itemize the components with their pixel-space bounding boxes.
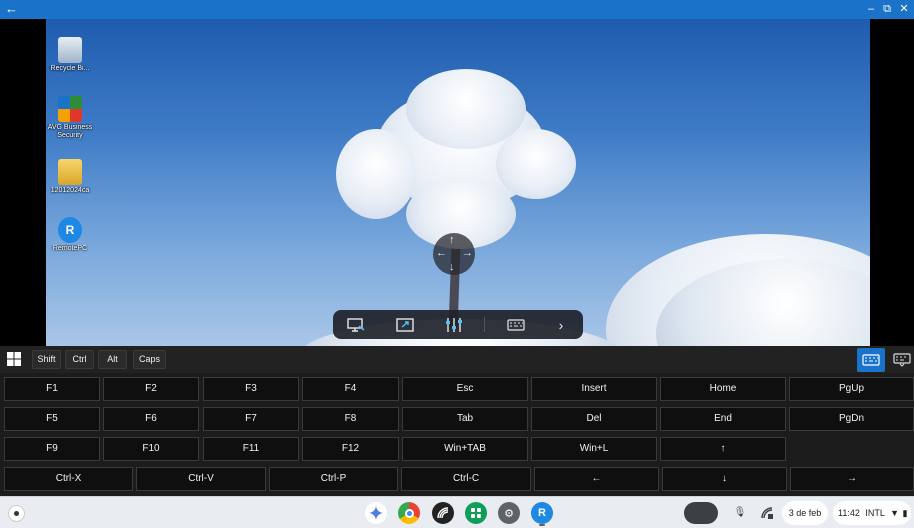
direction-pad[interactable]: ↑ ↓ ← → (433, 233, 475, 275)
arrow-down-icon: ↓ (449, 261, 455, 273)
key-home[interactable]: Home (660, 377, 786, 401)
shift-key[interactable]: Shift (32, 350, 61, 369)
avg-icon (58, 96, 82, 122)
key-ctrl-c[interactable]: Ctrl-C (401, 467, 531, 491)
input-method: INTL (865, 508, 885, 518)
battery-icon: ▮ (902, 508, 908, 518)
shelf: ⚙ R 🎙 3 de feb 11:42 INTL ▼ ▮ (0, 496, 914, 528)
title-bar: ← – ⧉ ✕ (0, 0, 914, 19)
desktop-icon-recycle-bin[interactable]: Recycle Bi... (47, 37, 93, 73)
remote-desktop-view[interactable]: Recycle Bi... AVG Business Security 1201… (0, 19, 914, 346)
gemini-icon[interactable] (365, 502, 387, 524)
ctrl-key[interactable]: Ctrl (65, 350, 94, 369)
keyboard-hide-icon[interactable] (888, 348, 914, 372)
key-ctrl-p[interactable]: Ctrl-P (269, 467, 398, 491)
key-f9[interactable]: F9 (4, 437, 100, 461)
restore-icon[interactable]: ⧉ (880, 2, 894, 16)
key-arrow-up[interactable]: ↑ (660, 437, 786, 461)
key-ctrl-v[interactable]: Ctrl-V (136, 467, 266, 491)
settings-sliders-icon[interactable] (444, 316, 464, 333)
key-f3[interactable]: F3 (203, 377, 299, 401)
remotepc-icon[interactable]: R (531, 502, 553, 524)
key-f4[interactable]: F4 (302, 377, 399, 401)
date-pill[interactable]: 3 de feb (782, 501, 828, 525)
key-arrow-down[interactable]: ↓ (662, 467, 787, 491)
key-f12[interactable]: F12 (302, 437, 399, 461)
key-f6[interactable]: F6 (103, 407, 199, 431)
session-toolbar: › (333, 310, 583, 339)
chrome-icon[interactable] (398, 502, 420, 524)
key-tab[interactable]: Tab (402, 407, 528, 431)
fullscreen-icon[interactable] (395, 316, 415, 333)
folder-icon (58, 159, 82, 185)
alt-key[interactable]: Alt (98, 350, 127, 369)
arrow-left-icon: ← (436, 247, 447, 259)
close-icon[interactable]: ✕ (897, 2, 911, 16)
key-end[interactable]: End (660, 407, 786, 431)
remote-icon[interactable] (760, 506, 774, 520)
key-arrow-left[interactable]: ← (534, 467, 659, 491)
key-win-tab[interactable]: Win+TAB (402, 437, 528, 461)
keyboard-panel: Shift Ctrl Alt Caps F1 F2 F3 F4 Esc Inse… (0, 346, 914, 496)
key-f10[interactable]: F10 (103, 437, 199, 461)
key-del[interactable]: Del (531, 407, 657, 431)
microphone-icon[interactable]: 🎙 (733, 506, 747, 520)
keyboard-icon[interactable] (506, 316, 526, 333)
minimize-icon[interactable]: – (864, 2, 878, 16)
chevron-right-icon[interactable]: › (551, 316, 571, 333)
back-arrow-icon[interactable]: ← (5, 1, 18, 17)
key-pgup[interactable]: PgUp (789, 377, 914, 401)
key-f1[interactable]: F1 (4, 377, 100, 401)
modifier-row: Shift Ctrl Alt Caps (0, 346, 914, 373)
remote-desktop-icon[interactable] (432, 502, 454, 524)
key-f7[interactable]: F7 (203, 407, 299, 431)
remotepc-icon: R (58, 217, 82, 243)
key-arrow-right[interactable]: → (790, 467, 914, 491)
caps-key[interactable]: Caps (133, 350, 166, 369)
key-esc[interactable]: Esc (402, 377, 528, 401)
wifi-icon: ▼ (890, 508, 899, 518)
desktop-icon-avg[interactable]: AVG Business Security (47, 96, 93, 140)
key-f11[interactable]: F11 (203, 437, 299, 461)
key-ctrl-x[interactable]: Ctrl-X (4, 467, 133, 491)
key-f2[interactable]: F2 (103, 377, 199, 401)
key-win-l[interactable]: Win+L (531, 437, 657, 461)
clock: 11:42 (838, 508, 860, 518)
key-insert[interactable]: Insert (531, 377, 657, 401)
tote-icon[interactable] (684, 502, 718, 524)
settings-icon[interactable]: ⚙ (498, 502, 520, 524)
key-pgdn[interactable]: PgDn (789, 407, 914, 431)
active-app-indicator (539, 524, 545, 526)
desktop-icon-remotepc[interactable]: R RemotePC (47, 217, 93, 253)
windows-icon[interactable] (6, 351, 22, 367)
play-store-icon[interactable] (465, 502, 487, 524)
arrow-right-icon: → (462, 247, 473, 259)
desktop-wallpaper[interactable]: Recycle Bi... AVG Business Security 1201… (46, 19, 870, 346)
status-area[interactable]: 11:42 INTL ▼ ▮ (833, 501, 911, 525)
display-icon[interactable] (346, 316, 366, 333)
keyboard-icon[interactable] (857, 348, 885, 372)
key-f5[interactable]: F5 (4, 407, 100, 431)
arrow-up-icon: ↑ (449, 234, 455, 246)
launcher-icon[interactable] (8, 505, 25, 522)
toolbar-divider (484, 317, 485, 332)
desktop-icon-folder[interactable]: 12012024ca (47, 159, 93, 195)
key-f8[interactable]: F8 (302, 407, 399, 431)
recycle-bin-icon (58, 37, 82, 63)
